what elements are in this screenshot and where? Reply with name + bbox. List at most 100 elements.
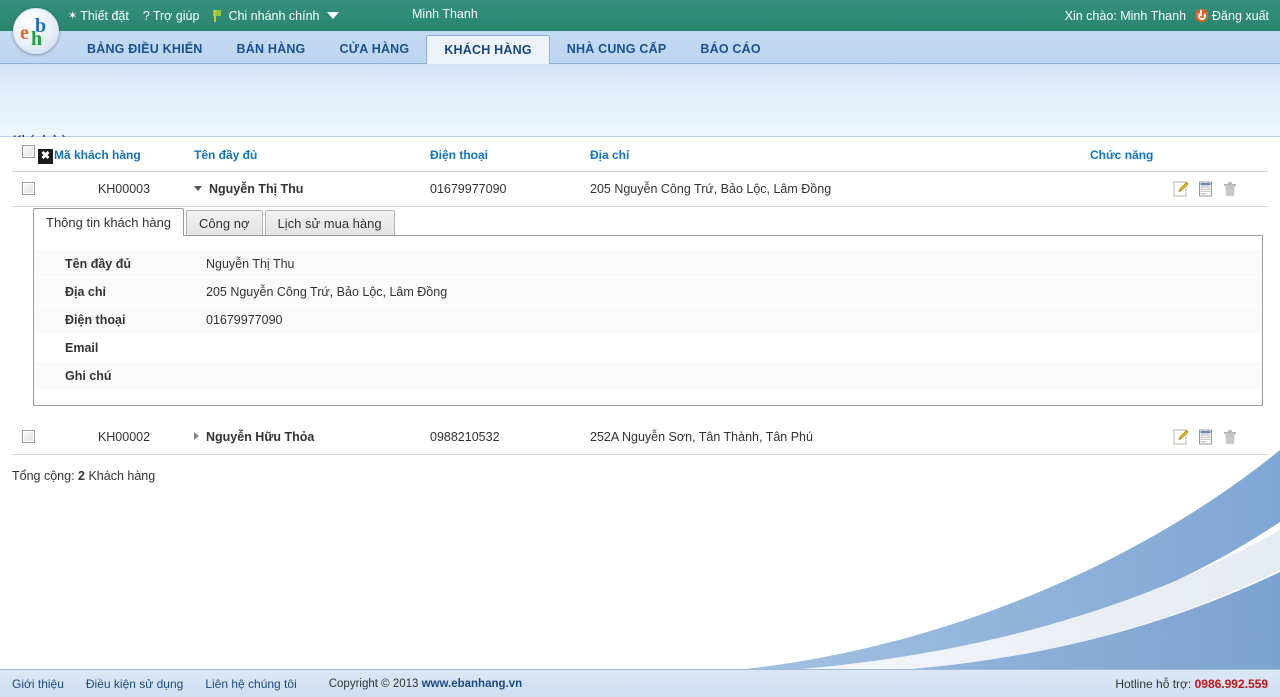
header-functions: Chức năng [1090, 137, 1268, 172]
total-summary: Tổng cộng: 2 Khách hàng [12, 455, 1280, 483]
expand-collapse-icon[interactable] [194, 186, 202, 191]
table-header-row: ✖ Mã khách hàng Tên đầy đủ Điện thoại Đị… [12, 137, 1268, 172]
top-right-area: Xin chào: Minh Thanh Đăng xuất [1065, 9, 1280, 23]
clear-selection-button[interactable]: ✖ [38, 149, 53, 164]
delete-icon[interactable] [1222, 429, 1238, 445]
logo-letter-h: h [31, 28, 43, 50]
main-navigation: BẢNG ĐIỀU KHIỂN BÁN HÀNG CỬA HÀNG KHÁCH … [0, 31, 1280, 64]
help-label: Trợ giúp [152, 8, 200, 23]
branch-label: Chi nhánh chính [228, 8, 320, 23]
row-checkbox[interactable] [22, 430, 35, 443]
settings-link[interactable]: ✶ Thiết đặt [68, 9, 129, 23]
row-name-cell: Nguyễn Thị Thu [194, 171, 430, 207]
nav-tab-reports[interactable]: BÁO CÁO [683, 35, 777, 63]
detail-value: Nguyễn Thị Thu [206, 256, 295, 271]
tab-purchase-history[interactable]: Lịch sử mua hàng [264, 210, 395, 236]
delete-icon[interactable] [1222, 181, 1238, 197]
details-list-icon[interactable] [1198, 181, 1214, 197]
header-address[interactable]: Địa chỉ [590, 137, 1090, 172]
select-all-checkbox[interactable] [22, 145, 35, 158]
detail-field-note: Ghi chú [34, 362, 1262, 389]
row-name-cell: Nguyễn Hữu Thỏa [194, 420, 430, 455]
row-name: Nguyễn Thị Thu [209, 182, 304, 196]
logout-label: Đăng xuất [1212, 8, 1269, 23]
edit-icon[interactable] [1173, 429, 1189, 445]
row-actions [1090, 420, 1268, 455]
row-actions [1090, 171, 1268, 207]
customers-table-continued: KH00002 Nguyễn Hữu Thỏa 0988210532 252A … [12, 420, 1268, 455]
row-select-cell [12, 420, 54, 455]
nav-tab-dashboard[interactable]: BẢNG ĐIỀU KHIỂN [70, 35, 220, 63]
row-phone: 0988210532 [430, 420, 590, 455]
row-name: Nguyễn Hữu Thỏa [206, 430, 315, 444]
detail-field-phone: Điện thoại 01679977090 [34, 306, 1262, 333]
footer-site[interactable]: www.ebanhang.vn [422, 678, 523, 690]
row-address: 252A Nguyễn Sơn, Tân Thành, Tân Phú [590, 420, 1090, 455]
page-footer: Giới thiệu Điều kiện sử dụng Liên hệ chú… [0, 669, 1280, 697]
detail-field-address: Địa chỉ 205 Nguyễn Công Trứ, Bảo Lộc, Lâ… [34, 278, 1262, 305]
row-address: 205 Nguyễn Công Trứ, Bảo Lộc, Lâm Đồng [590, 171, 1090, 207]
row-code: KH00002 [54, 420, 194, 455]
page-header: Khách hàng Quản lý khách hàng ✚ Thêm Nhậ… [0, 64, 1280, 186]
main-content: ✖ Mã khách hàng Tên đầy đủ Điện thoại Đị… [0, 137, 1280, 483]
total-count: 2 [78, 469, 85, 483]
nav-tab-customers[interactable]: KHÁCH HÀNG [426, 35, 550, 64]
current-user-name: Minh Thanh [412, 7, 478, 21]
detail-label: Ghi chú [65, 368, 112, 383]
settings-label: Thiết đặt [80, 8, 129, 23]
detail-label: Địa chỉ [65, 284, 106, 299]
total-prefix: Tổng cộng: [12, 469, 75, 483]
tab-debt[interactable]: Công nợ [186, 210, 263, 236]
copyright-text: Copyright © 2013 [328, 677, 419, 690]
tab-customer-info[interactable]: Thông tin khách hàng [33, 208, 185, 236]
detail-field-full-name: Tên đầy đủ Nguyễn Thị Thu [34, 250, 1262, 277]
footer-contact-link[interactable]: Liên hệ chúng tôi [205, 677, 296, 691]
hotline-number: 0986.992.559 [1194, 676, 1268, 691]
header-customer-code[interactable]: Mã khách hàng [54, 137, 194, 172]
logo-letter-e: e [20, 22, 29, 44]
detail-tabs: Thông tin khách hàng Công nợ Lịch sử mua… [12, 208, 1268, 236]
app-logo[interactable]: e b h [13, 8, 59, 54]
branch-selector[interactable]: Chi nhánh chính [213, 8, 339, 23]
header-phone[interactable]: Điện thoại [430, 137, 590, 172]
row-checkbox[interactable] [22, 182, 35, 195]
total-suffix: Khách hàng [88, 469, 156, 483]
header-select-all: ✖ [12, 137, 54, 172]
help-link[interactable]: ? Trợ giúp [143, 9, 200, 23]
details-list-icon[interactable] [1198, 429, 1214, 445]
table-row[interactable]: KH00003 Nguyễn Thị Thu 01679977090 205 N… [12, 171, 1268, 207]
row-code: KH00003 [54, 171, 194, 207]
hotline-label: Hotline hỗ trợ: [1115, 676, 1192, 691]
flag-icon [213, 9, 224, 22]
question-icon: ? [142, 8, 150, 23]
detail-body: Tên đầy đủ Nguyễn Thị Thu Địa chỉ 205 Ng… [33, 235, 1263, 406]
edit-icon[interactable] [1173, 181, 1189, 197]
footer-terms-link[interactable]: Điều kiện sử dụng [86, 677, 183, 691]
footer-hotline: Hotline hỗ trợ: 0986.992.559 [1115, 677, 1280, 691]
top-left-links: ✶ Thiết đặt ? Trợ giúp Chi nhánh chính [68, 9, 339, 23]
footer-about-link[interactable]: Giới thiệu [12, 677, 64, 691]
star-icon: ✶ [68, 10, 78, 22]
nav-tab-sales[interactable]: BÁN HÀNG [220, 35, 323, 63]
chevron-down-icon [326, 12, 339, 19]
header-full-name[interactable]: Tên đầy đủ [194, 137, 430, 172]
detail-value: 01679977090 [206, 312, 283, 327]
footer-links: Giới thiệu Điều kiện sử dụng Liên hệ chú… [0, 677, 522, 691]
customer-detail-panel: Thông tin khách hàng Công nợ Lịch sử mua… [12, 207, 1268, 406]
power-icon [1195, 9, 1209, 22]
logout-link[interactable]: Đăng xuất [1195, 9, 1269, 23]
table-row[interactable]: KH00002 Nguyễn Hữu Thỏa 0988210532 252A … [12, 420, 1268, 455]
nav-tab-store[interactable]: CỬA HÀNG [322, 35, 426, 63]
customers-table: ✖ Mã khách hàng Tên đầy đủ Điện thoại Đị… [12, 137, 1268, 207]
footer-copyright: Copyright © 2013 www.ebanhang.vn [329, 678, 522, 690]
greeting-text: Xin chào: Minh Thanh [1064, 8, 1187, 23]
row-select-cell [12, 171, 54, 207]
detail-field-email: Email [34, 334, 1262, 361]
detail-label: Điện thoại [65, 312, 126, 327]
detail-label: Tên đầy đủ [65, 256, 131, 271]
expand-collapse-icon[interactable] [194, 432, 199, 440]
nav-tab-suppliers[interactable]: NHÀ CUNG CẤP [550, 35, 684, 63]
top-utility-bar: ✶ Thiết đặt ? Trợ giúp Chi nhánh chính M… [0, 0, 1280, 31]
detail-value: 205 Nguyễn Công Trứ, Bảo Lộc, Lâm Đồng [206, 284, 448, 299]
row-phone: 01679977090 [430, 171, 590, 207]
